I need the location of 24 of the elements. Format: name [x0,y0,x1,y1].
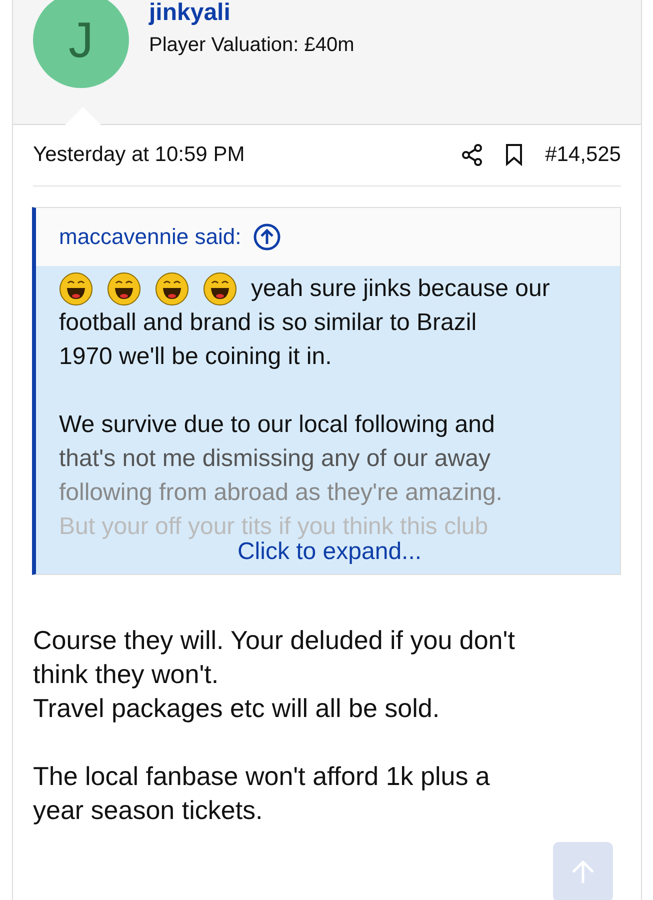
laughing-emoji-icon [59,272,93,306]
user-title: Player Valuation: £40m [149,34,354,57]
post-text: think they won't. [33,658,220,691]
post-text: Travel packages etc will all be sold. [33,692,441,725]
quote-text: following from abroad as they're amazing. [59,478,502,508]
quote-text: 1970 we'll be coining it in. [59,342,332,372]
quote-text: yeah sure jinks because our [251,274,550,304]
laughing-emoji-icon [107,272,141,306]
share-icon[interactable] [461,144,484,166]
quote-text: football and brand is so similar to Brazil [59,308,477,338]
post-number-link[interactable]: #14,525 [545,143,621,167]
laughing-emoji-icon [155,272,189,306]
laughing-emoji-icon [203,272,237,306]
quote-text: We survive due to our local following and [59,410,495,440]
quote-attribution-link[interactable]: maccavennie said: [59,224,242,250]
post-time[interactable]: Yesterday at 10:59 PM [33,143,440,167]
arrow-up-icon [570,859,596,885]
arrow-up-circle-icon[interactable] [253,223,282,251]
username-link[interactable]: jinkyali [149,0,354,26]
post-text: year season tickets. [33,794,264,827]
post-text: The local fanbase won't afford 1k plus a [33,760,491,793]
quote-text: that's not me dismissing any of our away [59,444,490,474]
bookmark-icon[interactable] [505,144,524,166]
post-text: Course they will. Your deluded if you don't [33,624,516,657]
